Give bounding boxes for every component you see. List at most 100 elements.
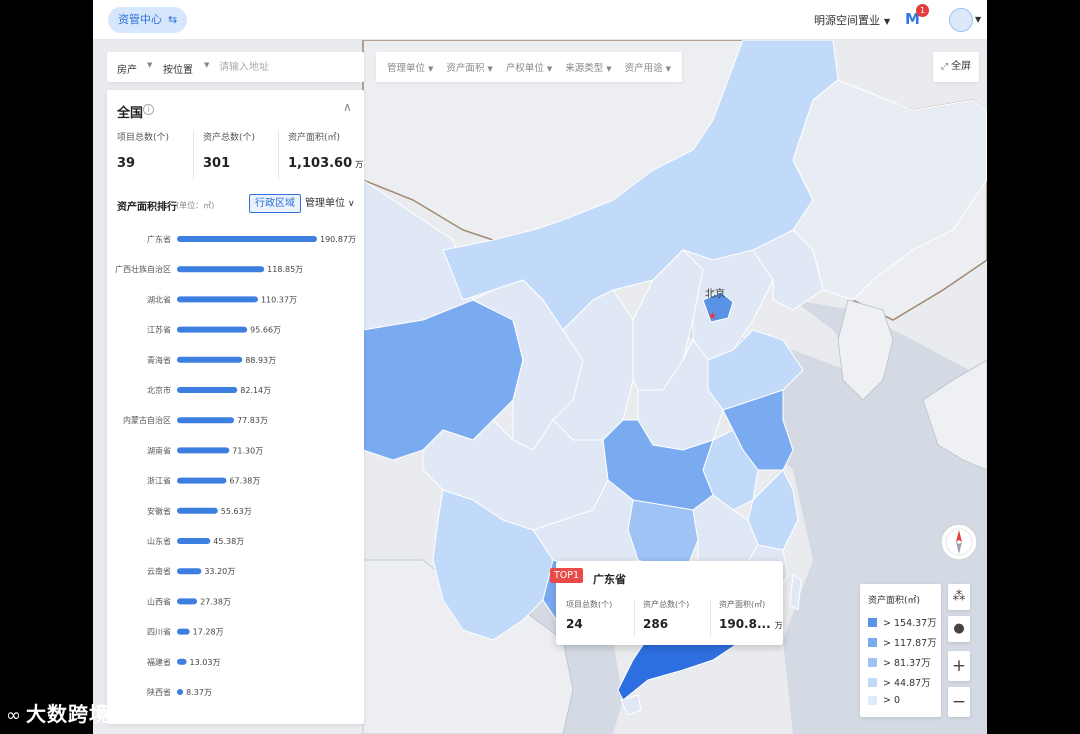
tooltip-project-count: 项目总数(个) 24 bbox=[566, 599, 634, 637]
bar-value-label: 110.37万 bbox=[261, 295, 297, 304]
legend-item[interactable]: > 44.87万 bbox=[868, 675, 931, 689]
fullscreen-button[interactable]: ⤢ 全屏 bbox=[933, 52, 979, 82]
province-tooltip: TOP1 广东省 项目总数(个) 24 资产总数(个) 286 资产面积(㎡) … bbox=[550, 561, 783, 645]
stat-asset-area: 资产面积(㎡) 1,103.60 万 bbox=[278, 130, 364, 180]
bar-category-label: 广西壮族自治区 bbox=[115, 264, 171, 274]
bar[interactable] bbox=[177, 658, 187, 665]
tooltip-value: 286 bbox=[643, 617, 669, 631]
chevron-up-icon[interactable]: ∧ bbox=[343, 100, 352, 114]
user-avatar[interactable] bbox=[949, 8, 973, 32]
resource-center-button[interactable]: 资管中心 ⇆ bbox=[108, 7, 188, 33]
legend-item[interactable]: > 117.87万 bbox=[868, 635, 937, 649]
stat-project-count: 项目总数(个) 39 bbox=[117, 130, 201, 180]
org-selector[interactable]: 明源空间置业 ▼ bbox=[814, 12, 890, 28]
filter-property-unit[interactable]: 产权单位 ▼ bbox=[506, 60, 552, 74]
bar-category-label: 广东省 bbox=[147, 234, 171, 244]
stat-value: 39 bbox=[117, 156, 136, 171]
bar-value-label: 77.83万 bbox=[237, 416, 268, 425]
plus-icon: + bbox=[951, 656, 967, 676]
legend-item[interactable]: > 81.37万 bbox=[868, 655, 931, 669]
asset-type-select[interactable]: 房产 bbox=[117, 61, 137, 76]
filter-asset-use[interactable]: 资产用途 ▼ bbox=[625, 60, 671, 74]
bar[interactable] bbox=[177, 447, 230, 454]
toggle-management-unit[interactable]: 管理单位 ∨ bbox=[301, 194, 359, 213]
bar[interactable] bbox=[177, 266, 265, 273]
chevron-down-icon: ∨ bbox=[348, 199, 355, 209]
bar[interactable] bbox=[177, 356, 243, 363]
filter-bar: 管理单位 ▼ 资产面积 ▼ 产权单位 ▼ 来源类型 ▼ 资产用途 ▼ bbox=[376, 52, 682, 82]
expand-icon: ⤢ bbox=[940, 62, 949, 72]
bar-value-label: 33.20万 bbox=[204, 567, 235, 576]
bar[interactable] bbox=[177, 689, 184, 695]
layers-icon: ⁂ bbox=[952, 589, 966, 604]
caret-down-icon: ▼ bbox=[428, 65, 434, 73]
bar[interactable] bbox=[177, 236, 317, 242]
bar-value-label: 118.85万 bbox=[267, 265, 303, 274]
bar-value-label: 27.38万 bbox=[200, 597, 231, 606]
app: 北京 ★ 资管中心⇆ 明源空间置业▼ M 1 ▼ 房产 ▼ 按位置 ▼ 管理单位… bbox=[93, 0, 987, 734]
caret-down-icon[interactable]: ▼ bbox=[975, 15, 981, 24]
bar[interactable] bbox=[177, 326, 248, 333]
stat-value: 301 bbox=[203, 156, 231, 171]
search-mode-select[interactable]: 按位置 bbox=[163, 61, 193, 76]
bar[interactable] bbox=[177, 296, 258, 303]
bar-value-label: 13.03万 bbox=[190, 658, 221, 667]
watermark: ∞ 大数跨境 bbox=[6, 702, 110, 726]
bar-category-label: 北京市 bbox=[147, 385, 171, 395]
legend-item[interactable]: > 154.37万 bbox=[868, 615, 937, 629]
address-search-input[interactable] bbox=[219, 59, 354, 75]
info-icon[interactable]: i bbox=[143, 104, 154, 115]
bar-category-label: 湖南省 bbox=[147, 445, 171, 455]
bar-category-label: 浙江省 bbox=[147, 476, 171, 486]
bar[interactable] bbox=[177, 477, 227, 484]
filter-management-unit[interactable]: 管理单位 ▼ bbox=[387, 60, 433, 74]
province-hunan[interactable] bbox=[627, 499, 699, 571]
locate-button[interactable]: ● bbox=[948, 616, 970, 642]
compass-icon[interactable] bbox=[939, 518, 979, 566]
bar[interactable] bbox=[177, 568, 202, 575]
ranking-unit: (单位：㎡) bbox=[176, 201, 215, 210]
filter-label: 资产面积 bbox=[446, 63, 485, 74]
legend-swatch bbox=[868, 657, 877, 667]
stat-label: 资产总数(个) bbox=[203, 133, 256, 143]
bar-value-label: 190.87万 bbox=[320, 235, 356, 244]
switch-icon: ⇆ bbox=[168, 13, 178, 26]
bar-category-label: 山东省 bbox=[147, 536, 171, 546]
ranking-toggle: 行政区域 管理单位 ∨ bbox=[249, 194, 359, 213]
address-search-bar: 房产 ▼ 按位置 ▼ bbox=[107, 52, 364, 82]
resource-center-label: 资管中心 bbox=[118, 13, 162, 26]
stat-value: 1,103.60 万 bbox=[288, 156, 364, 171]
bar[interactable] bbox=[177, 417, 235, 424]
filter-asset-area[interactable]: 资产面积 ▼ bbox=[446, 60, 492, 74]
bar-value-label: 71.30万 bbox=[232, 446, 263, 455]
org-name: 明源空间置业 bbox=[814, 14, 880, 27]
filter-source-type[interactable]: 来源类型 ▼ bbox=[565, 60, 611, 74]
legend-item[interactable]: > 0 bbox=[868, 695, 900, 706]
tooltip-asset-area: 资产面积(㎡) 190.8... 万 bbox=[710, 599, 783, 637]
toggle-admin-region[interactable]: 行政区域 bbox=[249, 194, 301, 213]
caret-down-icon: ▼ bbox=[204, 61, 210, 69]
bar-value-label: 45.38万 bbox=[213, 537, 244, 546]
legend-title: 资产面积(㎡) bbox=[868, 596, 921, 606]
bar-value-label: 88.93万 bbox=[245, 356, 276, 365]
bar[interactable] bbox=[177, 538, 211, 544]
tooltip-value: 24 bbox=[566, 617, 583, 631]
bar[interactable] bbox=[177, 507, 218, 514]
tooltip-label: 项目总数(个) bbox=[566, 600, 613, 609]
legend-swatch bbox=[868, 617, 877, 627]
bar[interactable] bbox=[177, 598, 198, 605]
zoom-in-button[interactable]: + bbox=[948, 651, 970, 681]
bar[interactable] bbox=[177, 387, 238, 393]
layer-toggle-button[interactable]: ⁂ bbox=[948, 584, 970, 610]
legend-swatch bbox=[868, 677, 877, 687]
bar[interactable] bbox=[177, 628, 190, 635]
stat-label: 项目总数(个) bbox=[117, 133, 170, 143]
bar-category-label: 云南省 bbox=[147, 566, 171, 576]
area-ranking-chart: 广东省 190.87万广西壮族自治区 118.85万湖北省 110.37万江苏省 95.… bbox=[115, 234, 356, 697]
zoom-out-button[interactable]: − bbox=[948, 687, 970, 717]
bar-category-label: 四川省 bbox=[147, 627, 171, 637]
region-title: 全国 bbox=[117, 106, 144, 121]
legend-swatch bbox=[868, 637, 877, 647]
caret-down-icon: ▼ bbox=[546, 65, 553, 73]
tooltip-label: 资产总数(个) bbox=[643, 600, 690, 609]
